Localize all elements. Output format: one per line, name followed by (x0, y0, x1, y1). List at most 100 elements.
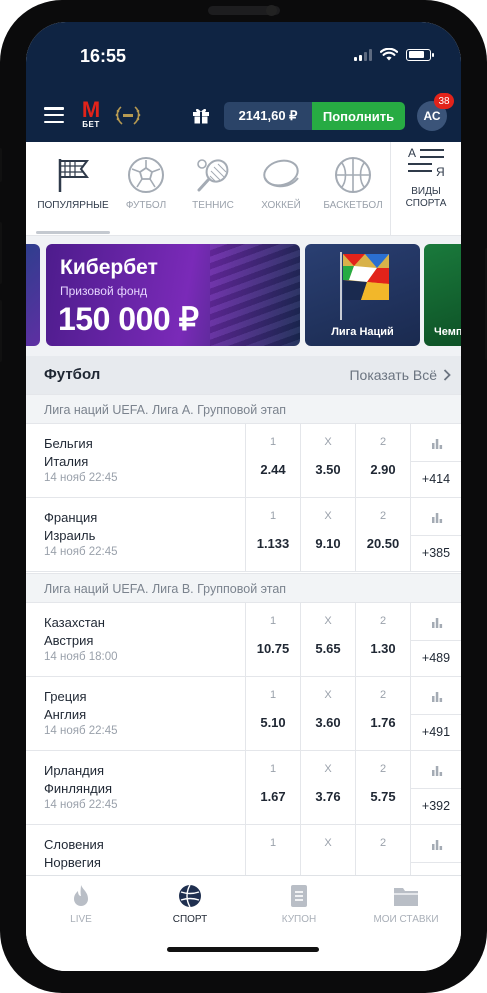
home-team: Ирландия (44, 763, 105, 778)
promo-carousel[interactable]: Кибербет Призовой фонд 150 000 ₽ Лига На… (26, 236, 461, 356)
match-date: 14 нояб 22:45 (44, 799, 118, 811)
flag-icon (58, 159, 89, 192)
odd-home-button[interactable]: 1 5.10 (245, 677, 300, 751)
balance-display[interactable]: 2141,60 ₽ (224, 102, 312, 130)
award-laurel-icon (115, 106, 141, 125)
promo-banner-cyberbet[interactable]: Кибербет Призовой фонд 150 000 ₽ (46, 244, 300, 346)
deposit-button[interactable]: Пополнить (312, 102, 405, 130)
stats-icon (432, 840, 443, 850)
more-markets-button[interactable]: +491 (410, 677, 461, 751)
stats-icon (432, 618, 443, 628)
folder-icon (394, 888, 418, 906)
promo-banner-champions[interactable]: Чемп (424, 244, 461, 346)
alphabet-list-icon: А Я (408, 146, 445, 179)
match-date: 14 нояб 22:45 (44, 546, 118, 558)
odd-away-button[interactable]: 2 1.30 (355, 603, 410, 677)
tab-basketball[interactable]: БАСКЕТБОЛ (316, 142, 390, 236)
nav-coupon[interactable]: КУПОН (254, 884, 344, 925)
odd-home-button[interactable]: 1 10.75 (245, 603, 300, 677)
match-row[interactable]: Казахстан Австрия 14 нояб 18:00 1 10.75 X… (26, 603, 461, 677)
tab-hockey[interactable]: ХОККЕЙ (249, 142, 313, 236)
odd-away-button[interactable]: 2 1.76 (355, 677, 410, 751)
odd-draw-button[interactable]: X 5.65 (300, 603, 355, 677)
banner-amount: 150 000 ₽ (58, 301, 199, 337)
volume-up-button (0, 222, 2, 284)
home-team: Греция (44, 689, 87, 704)
match-row[interactable]: Франция Израиль 14 нояб 22:45 1 1.133 X 9.… (26, 498, 461, 572)
status-icons (354, 48, 434, 61)
odd-away-button[interactable]: 2 20.50 (355, 498, 410, 572)
odd-draw-button[interactable]: X 9.10 (300, 498, 355, 572)
away-team: Финляндия (44, 781, 113, 796)
tab-popular[interactable]: ПОПУЛЯРНЫЕ (26, 142, 120, 236)
soccer-ball-icon (128, 157, 164, 193)
more-markets-button[interactable]: +414 (410, 424, 461, 498)
section-title: Футбол (44, 366, 101, 383)
away-team: Англия (44, 707, 87, 722)
odd-draw-button[interactable]: X 3.76 (300, 751, 355, 825)
brand-logo[interactable]: М БЕТ (79, 99, 103, 130)
wifi-icon (380, 48, 398, 61)
stats-icon (432, 513, 443, 523)
football-section-header: Футбол Показать Всё (26, 356, 461, 394)
battery-icon (406, 48, 434, 61)
nav-sport[interactable]: СПОРТ (145, 884, 235, 925)
menu-button[interactable] (44, 107, 64, 123)
mute-switch (0, 148, 2, 182)
notification-badge: 38 (434, 93, 454, 109)
gift-icon[interactable] (191, 105, 211, 125)
nations-league-logo-icon (340, 252, 389, 320)
home-team: Казахстан (44, 615, 105, 630)
match-row[interactable]: Ирландия Финляндия 14 нояб 22:45 1 1.67 X… (26, 751, 461, 825)
tab-label: ХОККЕЙ (261, 200, 301, 211)
sport-tabs: ПОПУЛЯРНЫЕ ФУТБОЛ ТЕННИС ХОККЕЙ БАСКЕТБО… (26, 142, 461, 236)
banner-caption: Чемп (434, 326, 461, 338)
stats-icon (432, 439, 443, 449)
promo-banner-previous[interactable] (26, 244, 40, 346)
more-markets-button[interactable]: +392 (410, 751, 461, 825)
tab-football[interactable]: ФУТБОЛ (114, 142, 178, 236)
home-indicator[interactable] (167, 947, 319, 952)
more-markets-button[interactable]: +489 (410, 603, 461, 677)
promo-banner-nations-league[interactable]: Лига Наций (305, 244, 420, 346)
app-screen: 16:55 М БЕТ 2141,60 ₽ Пополнить АС 38 ПО… (26, 22, 461, 971)
more-markets-button[interactable]: +385 (410, 498, 461, 572)
home-team: Бельгия (44, 436, 93, 451)
all-sports-button[interactable]: А Я ВИДЫ СПОРТА (390, 142, 461, 236)
sport-ball-icon (179, 884, 201, 908)
odd-away-button[interactable]: 2 5.75 (355, 751, 410, 825)
odd-home-button[interactable]: 1 1.67 (245, 751, 300, 825)
svg-text:А: А (408, 146, 416, 160)
phone-frame: 16:55 М БЕТ 2141,60 ₽ Пополнить АС 38 ПО… (0, 0, 487, 993)
nav-my-bets[interactable]: МОИ СТАВКИ (361, 884, 451, 925)
match-row[interactable]: Бельгия Италия 14 нояб 22:45 1 2.44 X 3.50… (26, 424, 461, 498)
tab-label: ТЕННИС (192, 200, 234, 211)
league-header[interactable]: Лига наций UEFA. Лига A. Групповой этап (26, 394, 461, 424)
tab-label: БАСКЕТБОЛ (323, 200, 383, 211)
fire-icon (74, 885, 88, 906)
odd-home-button[interactable]: 1 2.44 (245, 424, 300, 498)
bottom-navigation: LIVE СПОРТ КУПОН МОИ СТАВКИ (26, 875, 461, 971)
all-sports-label: ВИДЫ СПОРТА (405, 186, 447, 209)
home-team: Словения (44, 837, 104, 852)
app-header: 16:55 М БЕТ 2141,60 ₽ Пополнить АС 38 (26, 22, 461, 142)
match-date: 14 нояб 22:45 (44, 725, 118, 737)
banner-subtitle: Призовой фонд (60, 284, 148, 298)
odd-draw-button[interactable]: X 3.60 (300, 677, 355, 751)
nav-live[interactable]: LIVE (36, 884, 126, 925)
away-team: Италия (44, 454, 89, 469)
match-row[interactable]: Греция Англия 14 нояб 22:45 1 5.10 X 3.60 … (26, 677, 461, 751)
show-all-link[interactable]: Показать Всё (349, 367, 451, 383)
home-team: Франция (44, 510, 98, 525)
away-team: Австрия (44, 633, 94, 648)
banner-title: Кибербет (60, 256, 158, 279)
away-team: Израиль (44, 528, 96, 543)
tab-label: ПОПУЛЯРНЫЕ (37, 200, 109, 211)
odd-away-button[interactable]: 2 2.90 (355, 424, 410, 498)
league-header[interactable]: Лига наций UEFA. Лига B. Групповой этап (26, 573, 461, 603)
tab-tennis[interactable]: ТЕННИС (181, 142, 245, 236)
hockey-puck-icon (263, 159, 299, 188)
odd-draw-button[interactable]: X 3.50 (300, 424, 355, 498)
odd-home-button[interactable]: 1 1.133 (245, 498, 300, 572)
svg-text:Я: Я (436, 165, 445, 179)
